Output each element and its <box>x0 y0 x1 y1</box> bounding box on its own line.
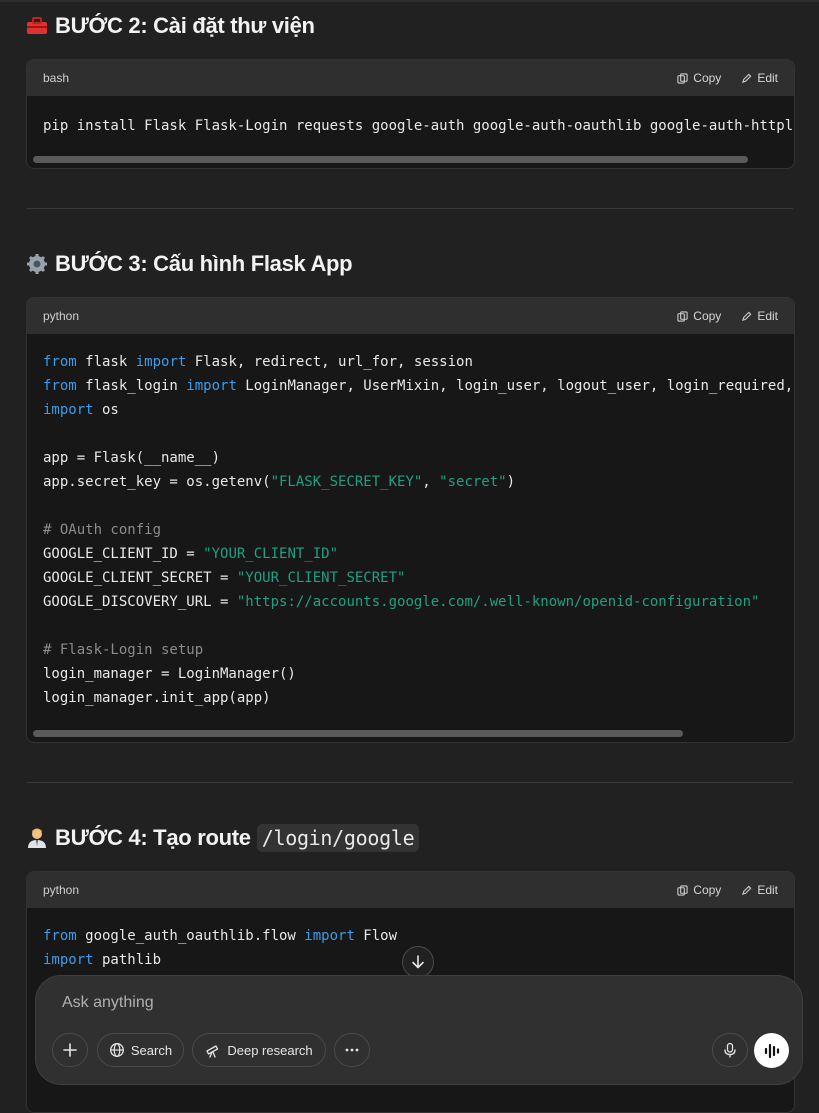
code-line: GOOGLE_DISCOVERY_URL = "https://accounts… <box>43 594 760 610</box>
code-language-label: python <box>43 309 80 323</box>
edit-button[interactable]: Edit <box>741 71 778 85</box>
code-block-header: bash Copy Edit <box>27 60 794 96</box>
plus-icon <box>63 1043 77 1057</box>
code-content: pip install Flask Flask-Login requests g… <box>27 96 794 138</box>
code-line: GOOGLE_CLIENT_ID = "YOUR_CLIENT_ID" <box>43 546 339 562</box>
edit-label: Edit <box>757 309 778 323</box>
section-title: BƯỚC 4: Tạo route <box>55 825 251 850</box>
code-language-label: bash <box>43 71 70 85</box>
message-composer: Ask anything Search Deep research <box>35 975 803 1085</box>
code-line: from google_auth_oauthlib.flow import Fl… <box>43 928 398 944</box>
add-button[interactable] <box>52 1033 88 1067</box>
copy-icon <box>677 310 688 322</box>
edit-label: Edit <box>757 71 778 85</box>
code-line: login_manager.init_app(app) <box>43 690 271 706</box>
code-line: # OAuth config <box>43 522 162 538</box>
copy-icon <box>677 884 688 896</box>
copy-button[interactable]: Copy <box>677 883 721 897</box>
copy-label: Copy <box>693 71 722 85</box>
arrow-down-icon <box>412 955 424 969</box>
scrollbar-thumb[interactable] <box>33 156 748 163</box>
code-line: import os <box>43 402 119 418</box>
more-icon <box>345 1048 359 1052</box>
globe-icon <box>109 1043 124 1057</box>
dictate-button[interactable] <box>712 1033 748 1067</box>
code-block-header: python Copy Edit <box>27 872 794 908</box>
code-line: login_manager = LoginManager() <box>43 666 296 682</box>
telescope-icon <box>206 1045 219 1058</box>
copy-icon <box>677 72 688 84</box>
code-line: app.secret_key = os.getenv("FLASK_SECRET… <box>43 474 516 490</box>
search-button[interactable]: Search <box>97 1033 184 1067</box>
deep-research-label: Deep research <box>227 1042 313 1058</box>
edit-button[interactable]: Edit <box>741 883 778 897</box>
scrollbar-thumb[interactable] <box>33 730 683 737</box>
section-heading-step2: BƯỚC 2: Cài đặt thư viện <box>25 13 315 39</box>
edit-label: Edit <box>757 883 778 897</box>
horizontal-scrollbar[interactable] <box>33 730 788 738</box>
scroll-to-bottom-button[interactable] <box>402 946 434 978</box>
inline-code-route: /login/google <box>256 824 420 852</box>
copy-label: Copy <box>693 309 722 323</box>
code-block-python-config: python Copy Edit from flask import Flask… <box>26 297 795 743</box>
toolbox-icon <box>25 14 49 38</box>
code-language-label: python <box>43 883 80 897</box>
code-content: from flask import Flask, redirect, url_f… <box>27 334 794 710</box>
voice-mode-button[interactable] <box>754 1033 789 1068</box>
section-heading-step3: BƯỚC 3: Cấu hình Flask App <box>25 251 353 277</box>
section-heading-step4: BƯỚC 4: Tạo route /login/google <box>25 824 420 852</box>
section-divider <box>26 208 793 209</box>
gear-icon <box>25 252 49 276</box>
more-options-button[interactable] <box>334 1033 370 1067</box>
code-line: app = Flask(__name__) <box>43 450 221 466</box>
search-label: Search <box>130 1042 173 1058</box>
code-line: # Flask-Login setup <box>43 642 204 658</box>
copy-label: Copy <box>693 883 722 897</box>
section-title: BƯỚC 2: Cài đặt thư viện <box>55 13 315 38</box>
prompt-input[interactable]: Ask anything <box>62 994 154 1012</box>
copy-button[interactable]: Copy <box>677 309 721 323</box>
person-icon <box>25 826 49 850</box>
deep-research-button[interactable]: Deep research <box>192 1033 326 1067</box>
code-line: pip install Flask Flask-Login requests g… <box>43 118 794 134</box>
pencil-icon <box>742 311 752 321</box>
code-block-bash: bash Copy Edit pip install Flask Flask-L… <box>26 59 795 169</box>
code-line: GOOGLE_CLIENT_SECRET = "YOUR_CLIENT_SECR… <box>43 570 406 586</box>
top-border <box>0 0 819 2</box>
section-divider <box>26 782 793 783</box>
edit-button[interactable]: Edit <box>741 309 778 323</box>
pencil-icon <box>742 73 752 83</box>
code-line: from flask import Flask, redirect, url_f… <box>43 354 473 370</box>
microphone-icon <box>724 1042 736 1058</box>
pencil-icon <box>742 885 752 895</box>
copy-button[interactable]: Copy <box>677 71 721 85</box>
voice-wave-icon <box>764 1043 779 1058</box>
horizontal-scrollbar[interactable] <box>33 156 788 164</box>
section-title: BƯỚC 3: Cấu hình Flask App <box>55 251 353 276</box>
code-block-header: python Copy Edit <box>27 298 794 334</box>
code-line: from flask_login import LoginManager, Us… <box>43 378 794 394</box>
